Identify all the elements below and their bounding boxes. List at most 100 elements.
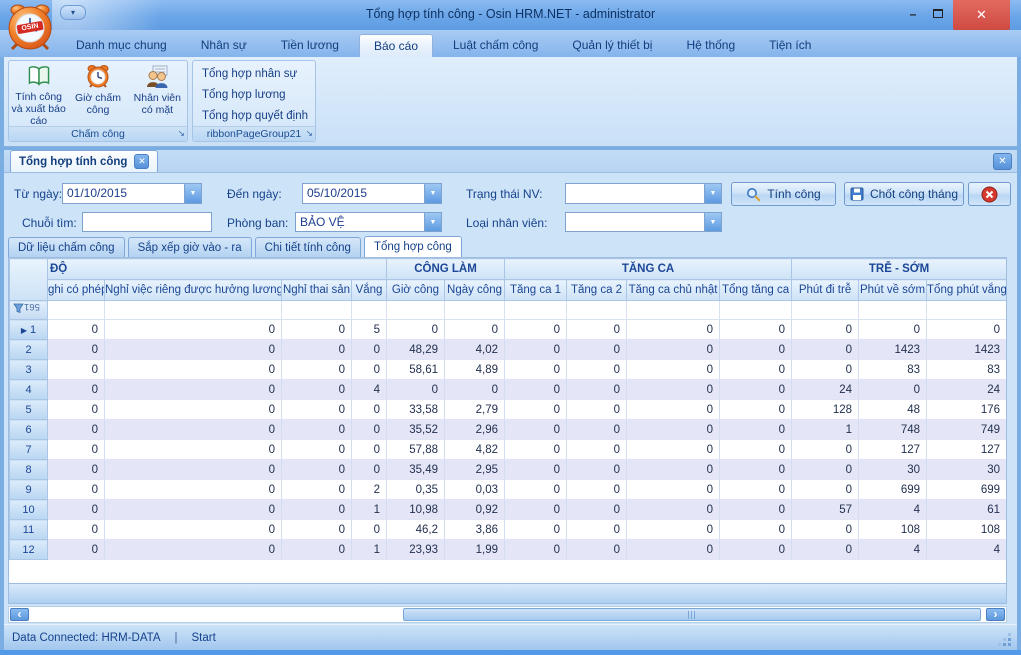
grid-cell[interactable]: 30 [927, 460, 1007, 480]
grid-cell[interactable]: 0 [505, 540, 567, 560]
row-indicator[interactable]: 2 [10, 340, 48, 360]
grid-cell[interactable]: 0 [505, 460, 567, 480]
grid-cell[interactable]: 0 [352, 360, 387, 380]
grid-cell[interactable]: 5 [352, 320, 387, 340]
ribbon-tab-he-thong[interactable]: Hệ thống [672, 34, 749, 57]
grid-cell[interactable]: 0 [720, 440, 792, 460]
grid-cell[interactable]: 699 [927, 480, 1007, 500]
document-tab-tong-hop-tinh-cong[interactable]: Tổng hợp tính công ✕ [10, 150, 158, 172]
chevron-down-icon[interactable]: ▼ [424, 213, 441, 231]
grid-cell[interactable]: 0 [720, 380, 792, 400]
horizontal-scrollbar[interactable]: ‹ › [8, 606, 1007, 623]
grid-cell[interactable]: 4,89 [445, 360, 505, 380]
filter-cell[interactable] [445, 301, 505, 320]
grid-cell[interactable]: 0 [792, 440, 859, 460]
grid-cell[interactable]: 0 [48, 420, 105, 440]
row-indicator[interactable]: 3 [10, 360, 48, 380]
grid-cell[interactable]: 0 [48, 360, 105, 380]
grid-cell[interactable]: 0 [720, 520, 792, 540]
dialog-launcher-icon[interactable]: ↘ [177, 126, 185, 141]
filter-cell[interactable] [927, 301, 1007, 320]
panel-close-button[interactable]: ✕ [993, 153, 1012, 170]
tinh-cong-button[interactable]: Tính công [731, 182, 836, 206]
grid-cell[interactable]: 0 [627, 340, 720, 360]
grid-cell[interactable]: 0 [282, 440, 352, 460]
filter-cell[interactable] [859, 301, 927, 320]
grid-cell[interactable]: 0 [505, 440, 567, 460]
grid-cell[interactable]: 0 [505, 500, 567, 520]
quick-access-dropdown[interactable]: ▾ [60, 5, 86, 20]
scroll-right-button[interactable]: › [986, 608, 1005, 621]
grid-cell[interactable]: 0 [627, 360, 720, 380]
grid-cell[interactable]: 57,88 [387, 440, 445, 460]
grid-cell[interactable]: 0 [505, 520, 567, 540]
menu-item-tong-hop-luong[interactable]: Tổng hợp lương [193, 85, 315, 106]
grid-cell[interactable]: 0 [505, 420, 567, 440]
grid-cell[interactable]: 2,96 [445, 420, 505, 440]
row-indicator[interactable]: 7 [10, 440, 48, 460]
grid-cell[interactable]: 0 [48, 320, 105, 340]
ribbon-tab-tien-ich[interactable]: Tiện ích [755, 34, 825, 57]
ribbon-tab-quan-ly-thiet-bi[interactable]: Quản lý thiết bị [558, 34, 666, 57]
grid-cell[interactable]: 0 [567, 460, 627, 480]
grid-cell[interactable]: 0 [48, 540, 105, 560]
view-tab-chi-tiet-tinh-cong[interactable]: Chi tiết tính công [255, 237, 361, 257]
grid-cell[interactable]: 1423 [927, 340, 1007, 360]
nhan-vien-co-mat-button[interactable]: Nhân viên có mặt [128, 61, 187, 127]
chuoi-tim-input[interactable] [82, 212, 212, 232]
grid-cell[interactable]: 108 [927, 520, 1007, 540]
grid-cell[interactable]: 0 [627, 420, 720, 440]
tab-close-button[interactable]: ✕ [134, 154, 149, 169]
chevron-down-icon[interactable]: ▼ [704, 184, 721, 203]
ribbon-tab-luat-cham-cong[interactable]: Luật chấm công [439, 34, 552, 57]
grid-cell[interactable]: 0 [105, 380, 282, 400]
grid-cell[interactable]: 0 [720, 460, 792, 480]
grid-cell[interactable]: 108 [859, 520, 927, 540]
grid-cell[interactable]: 0 [352, 400, 387, 420]
grid-cell[interactable]: 0 [352, 520, 387, 540]
scrollbar-thumb[interactable] [403, 608, 981, 621]
grid-cell[interactable]: 2 [352, 480, 387, 500]
column-header-tong-phut-vang[interactable]: Tổng phút vắng [927, 280, 1007, 301]
row-indicator[interactable]: 4 [10, 380, 48, 400]
column-header-ghi-co-phep[interactable]: ghi có phép [48, 280, 105, 301]
menu-item-tong-hop-quyet-dinh[interactable]: Tổng hợp quyết định [193, 106, 315, 127]
grid-cell[interactable]: 0 [282, 460, 352, 480]
grid-cell[interactable]: 0 [282, 540, 352, 560]
row-indicator[interactable]: 11 [10, 520, 48, 540]
column-header-phut-di-tre[interactable]: Phút đi trễ [792, 280, 859, 301]
row-indicator[interactable]: 5 [10, 400, 48, 420]
grid-cell[interactable]: 0 [627, 440, 720, 460]
grid-cell[interactable]: 0 [567, 340, 627, 360]
grid-cell[interactable]: 0 [352, 420, 387, 440]
grid-cell[interactable]: 0 [720, 320, 792, 340]
tinh-cong-xuat-bao-cao-button[interactable]: Tính công và xuất báo cáo [9, 61, 68, 127]
filter-cell[interactable] [505, 301, 567, 320]
grid-cell[interactable]: 0 [627, 320, 720, 340]
grid-cell[interactable]: 127 [859, 440, 927, 460]
grid-cell[interactable]: 0 [282, 420, 352, 440]
grid-cell[interactable]: 0 [352, 460, 387, 480]
grid-cell[interactable]: 0 [627, 480, 720, 500]
filter-cell[interactable] [282, 301, 352, 320]
grid-cell[interactable]: 4 [859, 500, 927, 520]
grid-cell[interactable]: 0 [720, 360, 792, 380]
grid-cell[interactable]: 48,29 [387, 340, 445, 360]
grid-cell[interactable]: 61 [927, 500, 1007, 520]
grid-cell[interactable]: 0 [48, 440, 105, 460]
grid-cell[interactable]: 0 [105, 500, 282, 520]
grid-cell[interactable]: 0 [387, 320, 445, 340]
grid-cell[interactable]: 0 [567, 480, 627, 500]
grid-cell[interactable]: 0 [720, 540, 792, 560]
dialog-launcher-icon[interactable]: ↘ [305, 126, 313, 141]
grid-cell[interactable]: 0 [48, 480, 105, 500]
grid-cell[interactable]: 0 [48, 380, 105, 400]
grid-cell[interactable]: 0 [282, 500, 352, 520]
row-indicator[interactable]: 8 [10, 460, 48, 480]
grid-cell[interactable]: 0 [352, 340, 387, 360]
grid-cell[interactable]: 0 [505, 360, 567, 380]
grid-cell[interactable]: 0 [792, 460, 859, 480]
grid-cell[interactable]: 0 [282, 360, 352, 380]
grid-cell[interactable]: 0 [720, 500, 792, 520]
grid-cell[interactable]: 0 [567, 500, 627, 520]
